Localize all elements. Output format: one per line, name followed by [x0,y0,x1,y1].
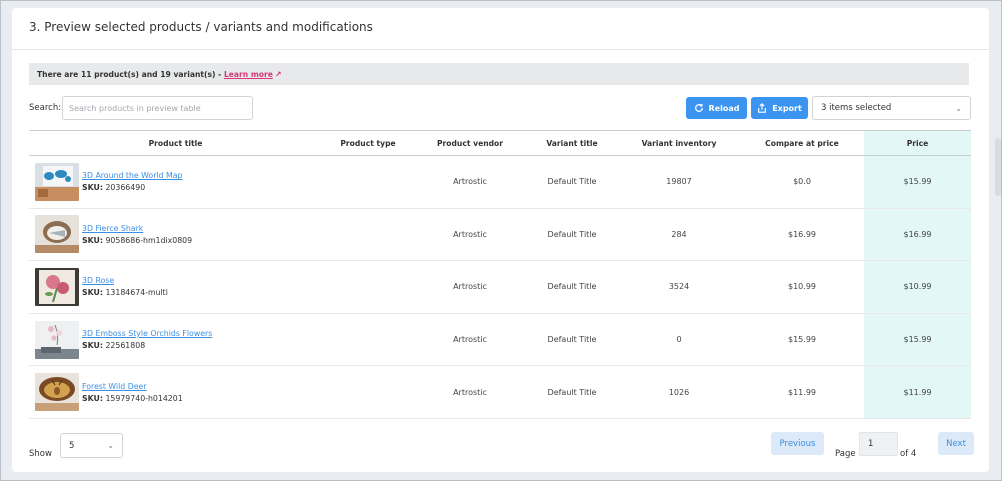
product-title-link[interactable]: 3D Around the World Map [82,171,182,180]
learn-more-link[interactable]: Learn more [224,70,273,79]
sku-label: SKU: [82,235,103,245]
next-button[interactable]: Next [938,432,974,455]
search-label: Search: [29,103,62,113]
previous-button[interactable]: Previous [771,432,824,455]
column-header-product-title[interactable]: Product title [29,130,322,156]
scrollbar-thumb[interactable] [995,138,1001,196]
selection-value: 3 items selected [821,103,892,113]
show-label: Show [29,449,52,459]
product-thumbnail-rose [35,267,79,306]
product-vendor-cell: Artrostic [414,313,526,367]
product-type-cell [322,260,414,314]
compare-price-cell: $16.99 [740,208,864,262]
price-cell: $10.99 [864,260,971,314]
section-title: 3. Preview selected products / variants … [12,8,989,50]
product-cell: Forest Wild Deer SKU: 15979740-h014201 [29,365,322,419]
price-cell: $16.99 [864,208,971,262]
preview-table: Product title Product type Product vendo… [29,130,971,419]
export-icon [758,103,767,113]
column-header-product-vendor[interactable]: Product vendor [414,130,526,156]
compare-price-cell: $10.99 [740,260,864,314]
export-button[interactable]: Export [751,97,808,119]
product-cell: 3D Rose SKU: 13184674-multi [29,260,322,314]
export-label: Export [772,103,802,113]
external-link-icon[interactable]: ↗ [275,70,282,79]
sku-label: SKU: [82,288,103,298]
page-size-select[interactable]: 5 ⌄ [60,433,123,458]
selection-dropdown[interactable]: 3 items selected ⌄ [812,96,971,120]
compare-price-cell: $0.0 [740,155,864,209]
product-cell: 3D Fierce Shark SKU: 9058686-hm1dix0809 [29,208,322,262]
reload-label: Reload [708,103,740,113]
table-row: 3D Rose SKU: 13184674-multi Artrostic Def… [29,260,971,314]
preview-card: 3. Preview selected products / variants … [12,8,989,472]
variant-title-cell: Default Title [526,155,618,209]
column-header-price[interactable]: Price [864,130,971,156]
total-pages-label: of 4 [900,449,917,459]
info-bar: There are 11 product(s) and 19 variant(s… [29,63,969,85]
product-vendor-cell: Artrostic [414,155,526,209]
price-cell: $11.99 [864,365,971,419]
chevron-down-icon: ⌄ [107,441,114,450]
product-thumbnail-orchids [35,320,79,359]
product-title-link[interactable]: 3D Emboss Style Orchids Flowers [82,329,212,338]
page-size-value: 5 [69,440,75,451]
variant-title-cell: Default Title [526,313,618,367]
column-header-compare-at-price[interactable]: Compare at price [740,130,864,156]
column-header-variant-title[interactable]: Variant title [526,130,618,156]
product-type-cell [322,208,414,262]
product-cell: 3D Emboss Style Orchids Flowers SKU: 2256… [29,313,322,367]
product-cell: 3D Around the World Map SKU: 20366490 [29,155,322,209]
sku-value: 20366490 [105,183,146,193]
sku-value: 9058686-hm1dix0809 [105,235,193,245]
compare-price-cell: $15.99 [740,313,864,367]
product-type-cell [322,155,414,209]
product-thumbnail-deer [35,373,79,412]
variant-title-cell: Default Title [526,365,618,419]
column-header-variant-inventory[interactable]: Variant inventory [618,130,740,156]
product-vendor-cell: Artrostic [414,260,526,314]
price-cell: $15.99 [864,313,971,367]
chevron-down-icon: ⌄ [955,103,962,113]
sku-value: 15979740-h014201 [105,393,183,403]
column-header-product-type[interactable]: Product type [322,130,414,156]
table-row: 3D Emboss Style Orchids Flowers SKU: 2256… [29,313,971,367]
variant-inventory-cell: 3524 [618,260,740,314]
page-label: Page [835,449,856,459]
variant-title-cell: Default Title [526,208,618,262]
info-text: There are 11 product(s) and 19 variant(s… [37,70,224,79]
product-title-link[interactable]: 3D Rose [82,276,168,285]
table-row: 3D Fierce Shark SKU: 9058686-hm1dix0809 A… [29,208,971,262]
table-row: Forest Wild Deer SKU: 15979740-h014201 Ar… [29,365,971,419]
product-type-cell [322,365,414,419]
variant-inventory-cell: 1026 [618,365,740,419]
product-title-link[interactable]: Forest Wild Deer [82,382,183,391]
reload-icon [694,103,703,112]
product-vendor-cell: Artrostic [414,365,526,419]
sku-value: 13184674-multi [105,288,168,298]
table-header-row: Product title Product type Product vendo… [29,130,971,156]
price-cell: $15.99 [864,155,971,209]
product-title-link[interactable]: 3D Fierce Shark [82,224,192,233]
variant-inventory-cell: 0 [618,313,740,367]
search-input[interactable] [62,96,253,120]
product-thumbnail-shark [35,215,79,254]
reload-button[interactable]: Reload [686,97,747,119]
compare-price-cell: $11.99 [740,365,864,419]
variant-inventory-cell: 19807 [618,155,740,209]
sku-value: 22561808 [105,341,146,351]
table-row: 3D Around the World Map SKU: 20366490 Art… [29,155,971,209]
variant-title-cell: Default Title [526,260,618,314]
product-vendor-cell: Artrostic [414,208,526,262]
product-thumbnail-world-map [35,162,79,201]
sku-label: SKU: [82,183,103,193]
product-type-cell [322,313,414,367]
sku-label: SKU: [82,341,103,351]
sku-label: SKU: [82,393,103,403]
variant-inventory-cell: 284 [618,208,740,262]
page-number-input[interactable]: 1 [859,432,898,456]
